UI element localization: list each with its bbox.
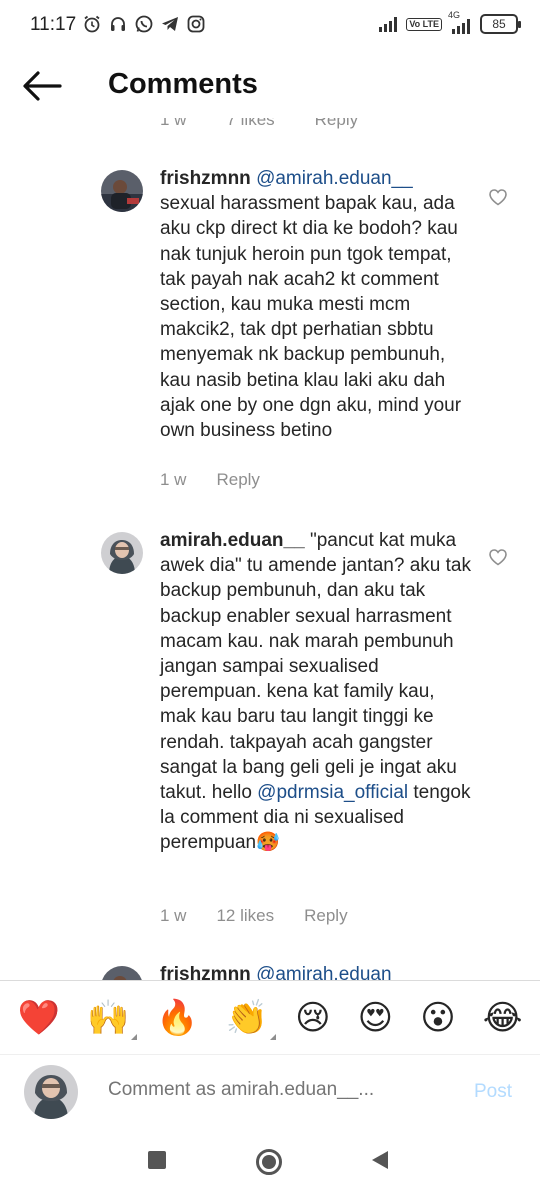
headset-icon <box>111 17 125 31</box>
home-circle-icon[interactable] <box>255 1148 283 1176</box>
comment-mention[interactable]: @amirah.eduan <box>256 964 391 980</box>
system-navigation-bar <box>0 1128 540 1200</box>
previous-comment-meta: 1 w 7 likes Reply <box>160 118 358 130</box>
comment-text: frishzmnn @amirah.eduan <box>160 962 472 980</box>
comment-meta: 1 w Reply <box>160 470 260 490</box>
comment-input[interactable] <box>108 1079 438 1101</box>
comment-username[interactable]: amirah.eduan__ <box>160 530 305 551</box>
emoji-heart[interactable]: ❤️ <box>18 998 60 1038</box>
emoji-quick-bar: ❤️ 🙌 🔥 👏 😢 😍 😮 😂 <box>0 980 540 1054</box>
avatar[interactable] <box>101 170 143 212</box>
comments-list[interactable]: 1 w 7 likes Reply frishzmnn @amirah.edua… <box>0 118 540 980</box>
comment-text: amirah.eduan__ "pancut kat muka awek dia… <box>160 528 472 856</box>
reply-button[interactable]: Reply <box>216 470 259 490</box>
header: Comments <box>0 52 540 118</box>
avatar-image <box>24 1065 78 1119</box>
comment-text: frishzmnn @amirah.eduan__ sexual harassm… <box>160 166 472 443</box>
alarm-icon <box>84 15 100 33</box>
comment-content: "pancut kat muka awek dia" tu amende jan… <box>160 530 471 804</box>
comment-username[interactable]: frishzmnn <box>160 964 251 980</box>
battery-level: 85 <box>492 17 506 31</box>
comment-composer: Post <box>0 1054 540 1128</box>
battery-icon: 85 <box>480 14 521 34</box>
signal-4g-group: 4G <box>448 10 474 34</box>
avatar-image <box>101 966 143 980</box>
whatsapp-icon <box>135 15 153 33</box>
comment-mention[interactable]: @pdrmsia_official <box>257 782 408 803</box>
comment-mention[interactable]: @amirah.eduan__ <box>256 168 413 189</box>
avatar-image <box>101 532 143 574</box>
comment-likes[interactable]: 12 likes <box>216 906 274 926</box>
comment-likes[interactable]: 7 likes <box>226 118 274 130</box>
stop-icon[interactable] <box>147 1150 167 1170</box>
comment-time: 1 w <box>160 118 187 129</box>
status-system-icons: Vo LTE 4G 85 <box>378 10 521 34</box>
volte-badge: Vo LTE <box>406 17 442 31</box>
back-triangle-icon[interactable] <box>370 1150 390 1170</box>
emoji-raising-hands[interactable]: 🙌 <box>87 998 138 1040</box>
status-notification-icons <box>82 14 206 34</box>
comment-time: 1 w <box>160 906 187 925</box>
comment-content: sexual harassment bapak kau, ada aku ckp… <box>160 193 462 442</box>
status-time: 11:17 <box>30 14 77 35</box>
emoji-surprised-face[interactable]: 😮 <box>420 998 455 1038</box>
heart-outline-icon[interactable] <box>488 188 508 206</box>
comment-meta: 1 w 12 likes Reply <box>160 906 348 926</box>
heart-outline-icon[interactable] <box>488 548 508 566</box>
reply-button[interactable]: Reply <box>315 118 358 130</box>
reply-button[interactable]: Reply <box>304 906 347 926</box>
emoji-fire[interactable]: 🔥 <box>156 998 198 1038</box>
signal-icon <box>452 19 470 34</box>
signal-icon <box>379 17 398 32</box>
post-button[interactable]: Post <box>474 1081 512 1103</box>
page-title: Comments <box>108 68 258 100</box>
status-bar: 11:17 Vo LTE 4G 85 <box>0 0 540 52</box>
comment-time: 1 w <box>160 470 187 489</box>
instagram-icon <box>187 15 205 33</box>
emoji-crying-face[interactable]: 😢 <box>295 998 330 1038</box>
emoji-clapping-hands[interactable]: 👏 <box>226 998 277 1040</box>
telegram-icon <box>162 17 178 31</box>
avatar <box>24 1065 78 1119</box>
back-arrow-icon[interactable] <box>20 68 64 104</box>
emoji-heart-eyes[interactable]: 😍 <box>358 998 393 1038</box>
avatar-image <box>101 170 143 212</box>
avatar[interactable] <box>101 966 143 980</box>
emoji-joy-face[interactable]: 😂 <box>483 998 523 1038</box>
comment-username[interactable]: frishzmnn <box>160 168 251 189</box>
avatar[interactable] <box>101 532 143 574</box>
